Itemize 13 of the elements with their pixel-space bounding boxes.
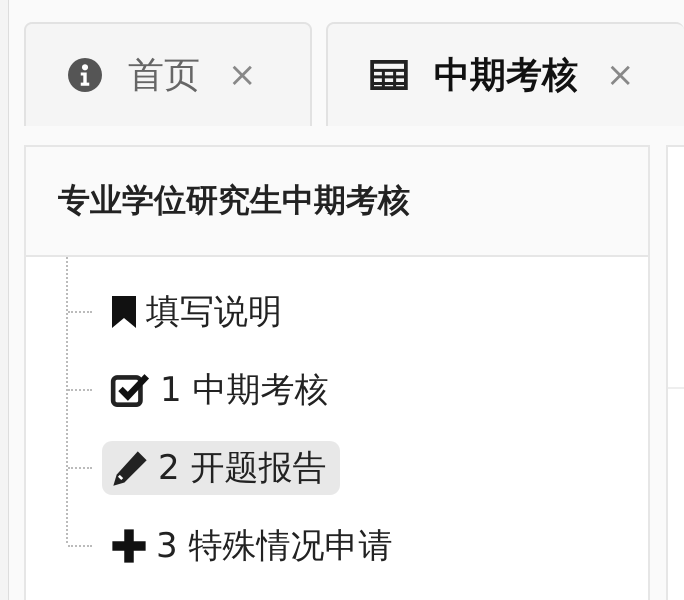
table-icon: [370, 60, 408, 90]
tree-item[interactable]: 填写说明: [102, 285, 296, 339]
plus-icon: [110, 527, 148, 565]
tree-item[interactable]: 1 中期考核: [102, 363, 342, 417]
panel-title: 专业学位研究生中期考核: [58, 180, 410, 221]
tab-label: 首页: [128, 54, 200, 98]
tab[interactable]: 首页 ×: [24, 22, 312, 126]
tree-item[interactable]: 3 特殊情况申请: [102, 519, 406, 573]
tab[interactable]: 中期考核 ×: [326, 22, 684, 126]
tree-item[interactable]: 2 开题报告: [102, 441, 340, 495]
tab-label: 中期考核: [434, 54, 578, 98]
info-icon: [68, 58, 102, 92]
bookmark-icon: [110, 293, 138, 331]
